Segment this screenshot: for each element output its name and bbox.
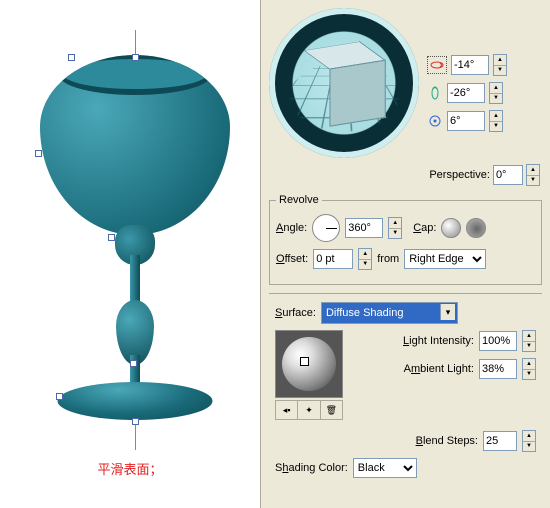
blend-steps-spinner[interactable]: ▲▼ xyxy=(522,430,536,452)
rotate-y-icon xyxy=(427,85,443,101)
light-intensity-spinner[interactable]: ▲▼ xyxy=(522,330,536,352)
offset-input[interactable] xyxy=(313,249,353,269)
sphere-preview xyxy=(282,337,336,391)
rotation-trackball[interactable] xyxy=(269,8,419,158)
surface-group: Surface: Diffuse Shading ◂▪ ✦ 🗑 Light In… xyxy=(269,293,542,492)
perspective-label: Perspective: xyxy=(429,169,490,181)
cap-on-button[interactable] xyxy=(441,218,461,238)
rotate-y-input[interactable] xyxy=(447,83,485,103)
angle-dial[interactable] xyxy=(312,214,340,242)
angle-label: Angle: xyxy=(276,222,307,234)
goblet-bowl xyxy=(40,55,230,235)
surface-select[interactable]: Diffuse Shading xyxy=(321,302,458,324)
light-source-handle[interactable] xyxy=(300,357,309,366)
options-panel: ▲▼ ▲▼ ▲▼ Perspective: ▲▼ Revolve Angle: … xyxy=(260,0,550,508)
rotate-z-input[interactable] xyxy=(447,111,485,131)
light-intensity-input[interactable] xyxy=(479,331,517,351)
blend-steps-input[interactable] xyxy=(483,431,517,451)
viewport: 平滑表面； xyxy=(0,0,260,508)
preview-cube xyxy=(317,50,371,115)
rotate-y-spinner[interactable]: ▲▼ xyxy=(489,82,503,104)
caption-text: 平滑表面； xyxy=(0,459,260,478)
lighting-sphere[interactable] xyxy=(275,330,343,398)
goblet-base xyxy=(58,382,213,420)
from-select[interactable]: Right Edge xyxy=(404,249,486,269)
anchor-point[interactable] xyxy=(68,54,75,61)
ambient-light-input[interactable] xyxy=(479,359,517,379)
anchor-point[interactable] xyxy=(130,360,137,367)
rotate-z-icon xyxy=(427,113,443,129)
cap-label: Cap: xyxy=(413,222,436,234)
shading-color-label: Shading Color: xyxy=(275,462,348,474)
anchor-point[interactable] xyxy=(35,150,42,157)
anchor-point[interactable] xyxy=(132,418,139,425)
revolve-legend: Revolve xyxy=(276,194,322,206)
ambient-light-label: Ambient Light: xyxy=(404,363,474,375)
rotate-x-icon xyxy=(427,56,447,74)
cap-off-button[interactable] xyxy=(466,218,486,238)
rotate-z-spinner[interactable]: ▲▼ xyxy=(489,110,503,132)
blend-steps-label: Blend Steps: xyxy=(416,435,478,447)
anchor-point[interactable] xyxy=(108,234,115,241)
shading-color-select[interactable]: Black xyxy=(353,458,417,478)
angle-input[interactable] xyxy=(345,218,383,238)
offset-label: Offset: xyxy=(276,253,308,265)
revolve-group: Revolve Angle: ▲▼ Cap: Offset: ▲▼ from R… xyxy=(269,194,542,285)
surface-label: Surface: xyxy=(275,307,316,319)
anchor-point[interactable] xyxy=(132,54,139,61)
ambient-light-spinner[interactable]: ▲▼ xyxy=(522,358,536,380)
rotate-x-input[interactable] xyxy=(451,55,489,75)
new-light-button[interactable]: ✦ xyxy=(298,401,320,419)
light-back-button[interactable]: ◂▪ xyxy=(276,401,298,419)
from-label: from xyxy=(377,253,399,265)
offset-spinner[interactable]: ▲▼ xyxy=(358,248,372,270)
perspective-spinner[interactable]: ▲▼ xyxy=(526,164,540,186)
delete-light-button[interactable]: 🗑 xyxy=(321,401,342,419)
perspective-input[interactable] xyxy=(493,165,523,185)
light-intensity-label: Light Intensity: xyxy=(403,335,474,347)
rotate-x-spinner[interactable]: ▲▼ xyxy=(493,54,507,76)
angle-spinner[interactable]: ▲▼ xyxy=(388,217,402,239)
anchor-point[interactable] xyxy=(56,393,63,400)
light-toolbar: ◂▪ ✦ 🗑 xyxy=(275,400,343,420)
revolve-object[interactable] xyxy=(30,30,240,450)
